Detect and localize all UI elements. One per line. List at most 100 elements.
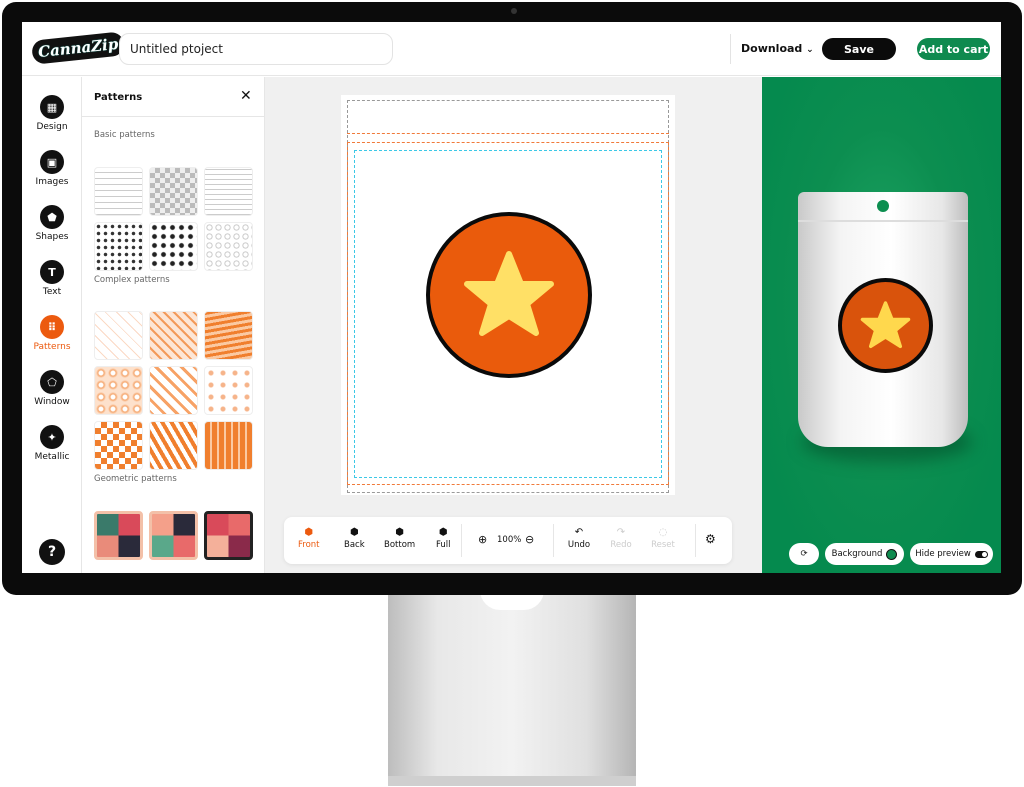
circle-star-graphic-preview bbox=[838, 278, 933, 373]
rail-item-metallic[interactable]: ✦ Metallic bbox=[22, 425, 82, 462]
pattern-tile[interactable] bbox=[149, 421, 198, 470]
pattern-tile[interactable] bbox=[149, 222, 198, 271]
pattern-tile[interactable] bbox=[204, 222, 253, 271]
view-toolbar: ⊕ 100% ⊖ ↶ Undo ↷ Redo ◌ Reset ⚙ ⬢ Front ⬢ Bac… bbox=[284, 517, 732, 564]
monitor-stand bbox=[388, 590, 636, 786]
zoom-level: 100% bbox=[497, 535, 522, 545]
redo-label: Redo bbox=[610, 540, 632, 550]
rail-item-text[interactable]: T Text bbox=[22, 260, 82, 297]
pattern-tile[interactable] bbox=[149, 311, 198, 360]
window-icon: ⬠ bbox=[40, 370, 64, 394]
redo-button[interactable]: ↷ Redo bbox=[609, 527, 633, 550]
rail-item-window[interactable]: ⬠ Window bbox=[22, 370, 82, 407]
pattern-tile[interactable] bbox=[204, 421, 253, 470]
image-icon: ▣ bbox=[40, 150, 64, 174]
rail-item-label: Text bbox=[42, 287, 62, 297]
logo: CannaZip bbox=[30, 31, 126, 65]
grid-icon: ▦ bbox=[40, 95, 64, 119]
hide-preview-label: Hide preview bbox=[915, 549, 971, 559]
view-bottom-button[interactable]: ⬢ Bottom bbox=[384, 527, 415, 550]
download-label: Download bbox=[741, 42, 803, 55]
tool-rail: ▦ Design ▣ Images ⬟ Shapes T Text ⠿ Patterns ⬠ Wind… bbox=[22, 77, 82, 573]
rotate-icon: ⟳ bbox=[800, 549, 808, 559]
download-button[interactable]: Download ⌄ bbox=[741, 42, 814, 55]
reset-button[interactable]: ◌ Reset bbox=[650, 527, 676, 550]
zoom-in-icon[interactable]: ⊕ bbox=[478, 533, 487, 546]
artboard[interactable] bbox=[341, 95, 675, 495]
camera bbox=[511, 8, 517, 14]
pouch-mockup bbox=[798, 192, 968, 447]
view-front-button[interactable]: ⬢ Front bbox=[298, 527, 320, 550]
rail-item-label: Patterns bbox=[33, 342, 71, 352]
undo-icon: ↶ bbox=[574, 527, 584, 538]
pattern-tile[interactable] bbox=[204, 167, 253, 216]
view-label: Front bbox=[298, 540, 320, 550]
section-geometric-patterns: Geometric patterns bbox=[94, 474, 177, 484]
dots-grid-icon: ⠿ bbox=[40, 315, 64, 339]
circle-star-graphic[interactable] bbox=[426, 212, 592, 378]
undo-button[interactable]: ↶ Undo bbox=[565, 527, 593, 550]
pentagon-icon: ⬟ bbox=[40, 205, 64, 229]
add-to-cart-button[interactable]: Add to cart bbox=[917, 38, 990, 60]
rotate-button[interactable]: ⟳ bbox=[789, 543, 819, 565]
rail-item-patterns[interactable]: ⠿ Patterns bbox=[22, 315, 82, 352]
seal-guide bbox=[347, 133, 669, 134]
patterns-panel: Patterns ✕ Basic patterns Complex patter… bbox=[82, 77, 265, 573]
view-full-button[interactable]: ⬢ Full bbox=[436, 527, 451, 550]
rail-item-label: Images bbox=[35, 177, 69, 187]
star-icon bbox=[860, 301, 911, 349]
rail-item-images[interactable]: ▣ Images bbox=[22, 150, 82, 187]
project-title-input[interactable] bbox=[119, 33, 393, 65]
panel-title: Patterns bbox=[94, 92, 143, 103]
save-button[interactable]: Save bbox=[822, 38, 896, 60]
view-label: Bottom bbox=[384, 540, 416, 550]
view-back-button[interactable]: ⬢ Back bbox=[344, 527, 365, 550]
cube-icon: ⬢ bbox=[438, 527, 448, 538]
view-label: Back bbox=[344, 540, 365, 550]
hide-preview-button[interactable]: Hide preview bbox=[910, 543, 993, 565]
reset-icon: ◌ bbox=[658, 527, 668, 538]
star-icon bbox=[464, 251, 554, 336]
pattern-tile[interactable] bbox=[149, 511, 198, 560]
pattern-tile[interactable] bbox=[204, 511, 253, 560]
reset-label: Reset bbox=[651, 540, 675, 550]
app-screen: CannaZip Download ⌄ Save Add to cart ▦ De… bbox=[22, 22, 1001, 573]
close-icon[interactable]: ✕ bbox=[240, 88, 252, 104]
pattern-tile[interactable] bbox=[149, 167, 198, 216]
rail-item-label: Shapes bbox=[35, 232, 69, 242]
redo-icon: ↷ bbox=[616, 527, 626, 538]
background-label: Background bbox=[831, 549, 883, 559]
cube-icon: ⬢ bbox=[395, 527, 404, 538]
toggle-icon bbox=[974, 550, 988, 558]
background-color-swatch bbox=[886, 548, 898, 560]
undo-label: Undo bbox=[567, 540, 591, 550]
divider bbox=[82, 116, 265, 117]
sparkle-icon: ✦ bbox=[40, 425, 64, 449]
help-button[interactable]: ? bbox=[39, 539, 65, 565]
section-complex-patterns: Complex patterns bbox=[94, 275, 170, 285]
zoom-out-icon[interactable]: ⊖ bbox=[525, 533, 534, 546]
divider bbox=[730, 34, 731, 64]
design-canvas-area: ⊕ 100% ⊖ ↶ Undo ↷ Redo ◌ Reset ⚙ ⬢ Front ⬢ Bac… bbox=[265, 77, 762, 573]
background-button[interactable]: Background bbox=[825, 543, 904, 565]
text-icon: T bbox=[40, 260, 64, 284]
view-label: Full bbox=[436, 540, 451, 550]
pattern-tile[interactable] bbox=[94, 511, 143, 560]
pattern-tile[interactable] bbox=[94, 167, 143, 216]
rail-item-label: Window bbox=[34, 397, 70, 407]
pattern-tile[interactable] bbox=[94, 222, 143, 271]
pattern-tile[interactable] bbox=[94, 366, 143, 415]
rail-item-design[interactable]: ▦ Design bbox=[22, 95, 82, 132]
cube-icon: ⬢ bbox=[349, 527, 359, 538]
bag-preview: ⟳ Background Hide preview bbox=[762, 77, 1001, 573]
section-basic-patterns: Basic patterns bbox=[94, 130, 155, 140]
pattern-tile[interactable] bbox=[94, 311, 143, 360]
chevron-down-icon: ⌄ bbox=[806, 45, 814, 55]
pattern-tile[interactable] bbox=[149, 366, 198, 415]
pattern-tile[interactable] bbox=[204, 366, 253, 415]
rail-item-shapes[interactable]: ⬟ Shapes bbox=[22, 205, 82, 242]
cube-icon: ⬢ bbox=[304, 527, 314, 538]
settings-icon[interactable]: ⚙ bbox=[705, 532, 716, 546]
pattern-tile[interactable] bbox=[94, 421, 143, 470]
pattern-tile[interactable] bbox=[204, 311, 253, 360]
